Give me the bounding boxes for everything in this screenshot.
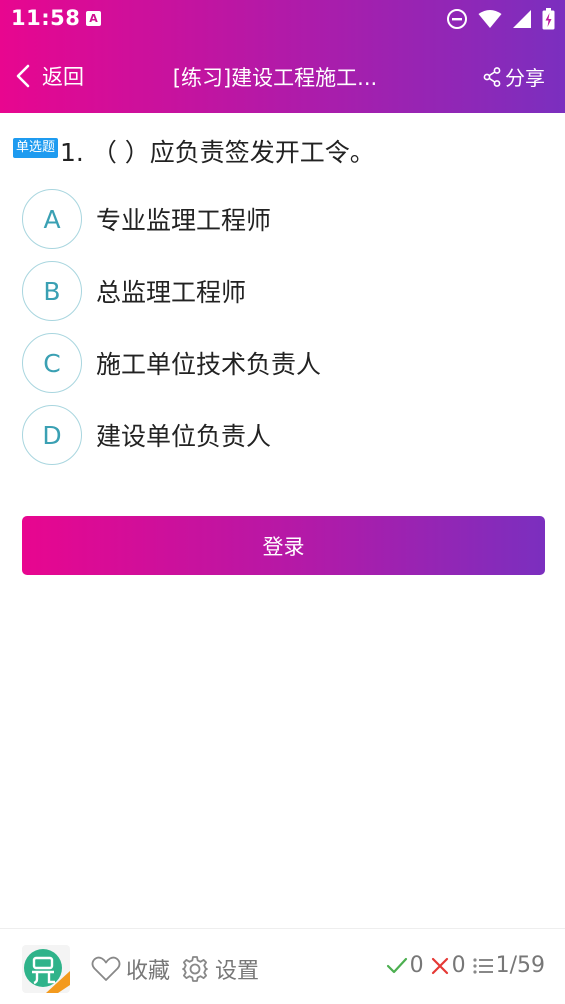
settings-button[interactable]: 设置 (181, 953, 259, 985)
status-bar: 11:58 A (0, 0, 565, 38)
share-label: 分享 (505, 66, 545, 90)
option-letter-circle: B (22, 261, 82, 321)
correct-stat: 0 (386, 953, 424, 978)
option-letter-circle: C (22, 333, 82, 393)
option-text: 施工单位技术负责人 (96, 350, 322, 379)
option-b[interactable]: B 总监理工程师 (22, 261, 542, 321)
page-title: [练习]建设工程施工... (172, 66, 378, 90)
notification-icon: A (86, 11, 101, 26)
settings-label: 设置 (215, 959, 260, 984)
back-button[interactable]: 返回 (16, 60, 84, 92)
wrong-stat: 0 (430, 953, 466, 978)
list-icon (472, 957, 493, 974)
nav-bar: 返回 [练习]建设工程施工... 分享 (0, 50, 565, 102)
option-letter-circle: A (22, 189, 82, 249)
progress-text: 1/59 (495, 953, 545, 978)
option-text: 总监理工程师 (96, 278, 247, 307)
heart-icon (91, 956, 121, 981)
option-text: 建设单位负责人 (96, 422, 272, 451)
correct-count: 0 (409, 953, 424, 978)
cross-icon (431, 957, 448, 974)
favorite-button[interactable]: 收藏 (91, 953, 170, 985)
gear-icon (182, 956, 208, 982)
wifi-icon (478, 10, 502, 28)
chevron-left-icon (16, 64, 30, 88)
option-d[interactable]: D 建设单位负责人 (22, 405, 542, 465)
question-stem: 单选题 1. （ ）应负责签发开工令。 (13, 133, 553, 169)
option-text: 专业监理工程师 (96, 206, 272, 235)
do-not-disturb-icon (447, 9, 467, 29)
app-header: 11:58 A 返回 [练习]建设工程施工... 分享 (0, 0, 565, 113)
wrong-count: 0 (451, 953, 466, 978)
option-c[interactable]: C 施工单位技术负责人 (22, 333, 542, 393)
share-icon (483, 66, 501, 87)
status-icons (446, 8, 555, 30)
share-button[interactable]: 分享 (483, 62, 545, 91)
favorite-label: 收藏 (126, 959, 171, 984)
check-icon (386, 957, 407, 973)
bottom-toolbar: 收藏 设置 0 0 1/59 (0, 928, 565, 1004)
progress-stat[interactable]: 1/59 (472, 953, 545, 978)
question-text: 1. （ ）应负责签发开工令。 (60, 138, 375, 167)
app-logo-icon[interactable] (22, 945, 70, 993)
status-time: 11:58 (11, 6, 81, 30)
back-label: 返回 (42, 65, 84, 89)
question-type-badge: 单选题 (13, 138, 59, 158)
option-letter-circle: D (22, 405, 82, 465)
login-button[interactable]: 登录 (22, 516, 545, 575)
battery-icon (542, 8, 555, 30)
signal-icon (513, 10, 531, 28)
option-list: A 专业监理工程师 B 总监理工程师 C 施工单位技术负责人 D 建设单位负责人 (22, 189, 542, 477)
answer-stats: 0 0 1/59 (380, 953, 545, 978)
option-a[interactable]: A 专业监理工程师 (22, 189, 542, 249)
